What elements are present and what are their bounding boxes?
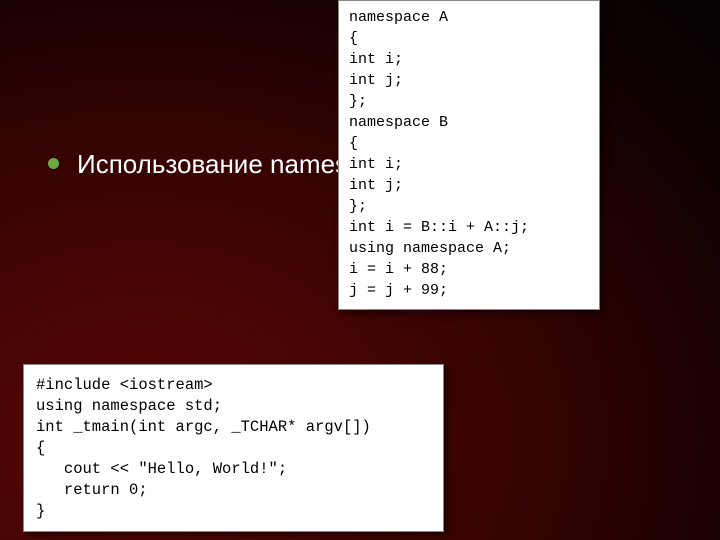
bullet-dot-icon xyxy=(48,158,59,169)
code-block-namespace: namespace A { int i; int j; }; namespace… xyxy=(338,0,600,310)
code-block-hello-world: #include <iostream> using namespace std;… xyxy=(23,364,444,532)
